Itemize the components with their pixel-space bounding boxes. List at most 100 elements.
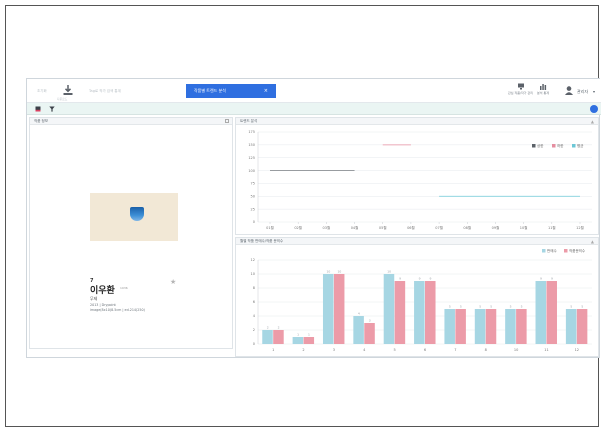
bar xyxy=(444,309,455,344)
app-window: 초기화 다운로드 Tag로 작가 검색 통계 작품별 트렌드 분석 × 관심 작… xyxy=(26,78,601,358)
download-icon[interactable] xyxy=(62,84,74,96)
bar-value-label: 9 xyxy=(430,277,432,281)
x-tick-label: 01월 xyxy=(266,225,274,230)
x-tick-label: 1 xyxy=(272,348,274,352)
artwork-title: 무제 xyxy=(90,296,98,301)
bar xyxy=(364,323,375,344)
search-hint[interactable]: Tag로 작가 검색 통계 xyxy=(89,89,121,94)
bar xyxy=(474,309,486,344)
bar xyxy=(322,274,334,344)
bar-value-label: 9 xyxy=(399,277,401,281)
y-tick-label: 0 xyxy=(253,342,255,346)
stats-button[interactable]: 분석 통계 xyxy=(537,83,549,95)
y-tick-label: 100 xyxy=(248,169,255,173)
reset-text[interactable]: 초기화 xyxy=(37,89,47,94)
bar xyxy=(505,309,516,344)
x-tick-label: 11월 xyxy=(548,225,556,230)
chevron-down-icon[interactable]: ▾ xyxy=(593,89,595,94)
artist-year: 1936 xyxy=(120,286,128,290)
trend-panel: 트렌드 분석 ▲ 0 25 50 75 100 125 150 175 01월 02월 03월 04월… xyxy=(235,117,599,235)
scroll-up-icon[interactable]: ▲ xyxy=(591,238,594,245)
tab-artwork-trend[interactable]: 작품별 트렌드 분석 × xyxy=(186,84,276,98)
artwork-image[interactable] xyxy=(90,193,178,241)
bar-value-label: 10 xyxy=(337,270,341,274)
bar-value-label: 1 xyxy=(308,333,310,337)
y-tick-label: 6 xyxy=(253,300,255,304)
y-tick-label: 12 xyxy=(251,258,255,262)
admin-label[interactable]: 관리자 xyxy=(577,89,588,95)
scroll-up-icon[interactable]: ▲ xyxy=(591,118,594,125)
bar xyxy=(455,309,466,344)
stats-icon xyxy=(540,84,547,90)
x-tick-label: 12월 xyxy=(576,225,584,230)
y-tick-label: 4 xyxy=(253,314,256,318)
legend-label: 판매수 xyxy=(547,248,557,253)
legend-label: 하한 xyxy=(557,143,564,148)
x-tick-label: 7 xyxy=(454,348,456,352)
bar-value-label: 2 xyxy=(278,326,280,330)
x-tick-label: 05월 xyxy=(379,225,387,230)
x-tick-label: 06월 xyxy=(407,225,415,230)
x-tick-label: 07월 xyxy=(435,225,443,230)
x-tick-label: 6 xyxy=(424,348,426,352)
y-tick-label: 10 xyxy=(251,272,255,276)
close-icon[interactable]: × xyxy=(264,84,268,98)
bar-value-label: 5 xyxy=(581,305,583,309)
book-icon[interactable] xyxy=(35,106,41,112)
bar xyxy=(576,309,588,344)
x-tick-label: 3 xyxy=(333,348,335,352)
artwork-detail-1: 2013 | Drypoint xyxy=(90,303,116,307)
x-tick-label: 04월 xyxy=(351,225,359,230)
y-tick-label: 2 xyxy=(253,328,255,332)
bar-value-label: 5 xyxy=(570,305,572,309)
filter-icon[interactable] xyxy=(49,106,55,112)
search-icon[interactable] xyxy=(590,105,598,113)
x-tick-label: 11 xyxy=(544,348,548,352)
bar xyxy=(333,274,345,344)
bar-value-label: 3 xyxy=(369,319,371,323)
y-tick-label: 150 xyxy=(248,143,255,147)
y-tick-label: 50 xyxy=(251,194,255,198)
artwork-detail-2: image(8x10)8.5cm | ed.214(250) xyxy=(90,308,145,312)
y-tick-label: 175 xyxy=(248,130,255,134)
bar xyxy=(383,274,395,344)
x-tick-label: 09월 xyxy=(492,225,500,230)
bar xyxy=(292,337,304,344)
x-tick-label: 10 xyxy=(514,348,518,352)
bar xyxy=(262,330,273,344)
x-tick-label: 08월 xyxy=(463,225,471,230)
bar-value-label: 4 xyxy=(358,312,360,316)
bar xyxy=(414,281,425,344)
x-tick-label: 5 xyxy=(394,348,396,352)
trend-title: 트렌드 분석 xyxy=(240,119,258,123)
legend-swatch xyxy=(572,144,576,148)
legend-label: 작품문의수 xyxy=(569,248,586,253)
favorites-button[interactable]: 관심 작품/작가 관리 xyxy=(508,83,533,95)
y-tick-label: 8 xyxy=(253,286,255,290)
stats-label: 분석 통계 xyxy=(537,91,549,95)
panel-title: 작품 정보 xyxy=(34,119,48,123)
outer-frame: 초기화 다운로드 Tag로 작가 검색 통계 작품별 트렌드 분석 × 관심 작… xyxy=(5,5,601,427)
bar-value-label: 5 xyxy=(490,305,492,309)
bar xyxy=(535,281,547,344)
trend-line-chart: 0 25 50 75 100 125 150 175 01월 02월 03월 04월 05월 06월 07월… xyxy=(248,130,592,230)
bar-value-label: 9 xyxy=(551,277,553,281)
user-icon[interactable] xyxy=(565,86,575,95)
bar-value-label: 1 xyxy=(297,333,299,337)
x-tick-label: 12 xyxy=(575,348,579,352)
expand-icon[interactable] xyxy=(225,119,229,123)
bar-value-label: 5 xyxy=(449,305,451,309)
sub-toolbar xyxy=(27,103,601,115)
bar xyxy=(425,281,436,344)
bar-value-label: 9 xyxy=(419,277,421,281)
legend-swatch xyxy=(564,249,568,253)
bar xyxy=(353,316,364,344)
x-tick-label: 02월 xyxy=(294,225,302,230)
tab-label: 작품별 트렌드 분석 xyxy=(194,88,226,93)
y-tick-label: 75 xyxy=(251,182,255,186)
bar xyxy=(485,309,497,344)
sales-bar-chart: 0246810122 211 1210 10343410959 965 575 585 510… xyxy=(251,248,592,352)
x-tick-label: 4 xyxy=(363,348,366,352)
legend-label: 상한 xyxy=(537,143,544,148)
star-icon[interactable]: ★ xyxy=(170,278,176,286)
